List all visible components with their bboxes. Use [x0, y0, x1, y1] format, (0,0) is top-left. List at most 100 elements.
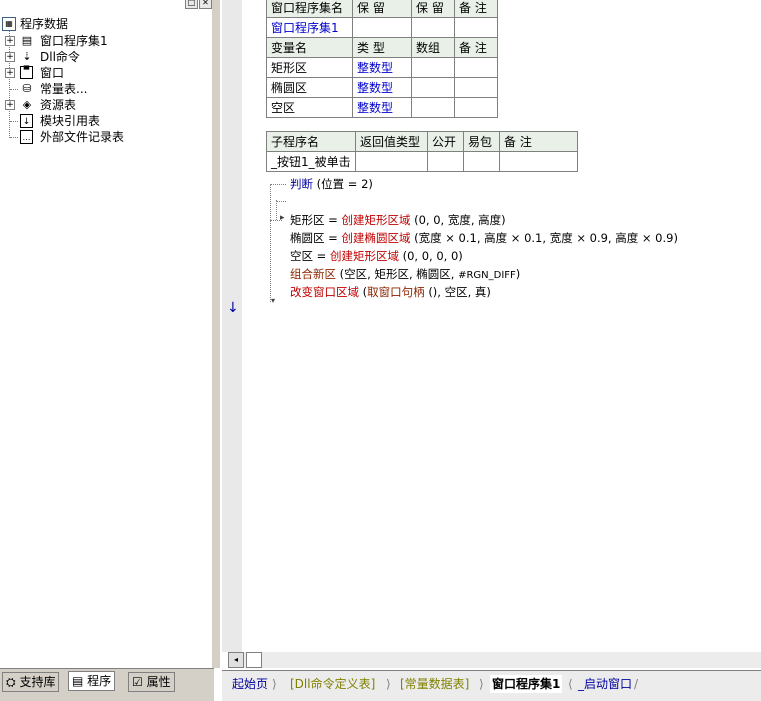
var-name-cell[interactable]: 椭圆区 [266, 77, 353, 98]
col-header: 变量名 [266, 37, 353, 58]
tree-item-label: 模块引用表 [40, 114, 101, 128]
subprogram-name-cell[interactable]: _按钮1_被单击 [266, 151, 356, 172]
var-type-cell[interactable]: 整数型 [352, 97, 412, 118]
table-cell[interactable] [499, 151, 578, 172]
scroll-left-icon[interactable]: ◂ [228, 652, 244, 668]
tab-constant-table[interactable]: [常量数据表] [400, 675, 469, 693]
function-name: 组合新区 [290, 267, 336, 281]
col-header: 子程序名 [266, 131, 356, 152]
code-text: (宽度 × 0.1, 高度 × 0.1, 宽度 × 0.9, 高度 × 0.9) [414, 231, 678, 245]
flow-line [270, 184, 271, 302]
code-line-3[interactable]: 矩形区 = 创建矩形区域 (0, 0, 宽度, 高度) [290, 211, 506, 229]
assembly-icon: ▤ [21, 34, 33, 47]
tree-item-label: Dll命令 [40, 50, 80, 64]
current-line-arrow-icon: ↓ [227, 300, 239, 316]
tab-properties[interactable]: ☑ 属性 [128, 672, 175, 692]
dll-icon: ⇣ [22, 50, 32, 63]
code-text: 矩形区 = [290, 213, 342, 227]
tab-separator: ⟨ [568, 677, 573, 691]
program-icon: ▤ [72, 674, 84, 688]
resource-icon: ◈ [22, 98, 32, 111]
tab-dll-table[interactable]: [Dll命令定义表] [290, 675, 375, 693]
table-cell[interactable] [411, 57, 455, 78]
tree-item-label: 外部文件记录表 [40, 130, 125, 144]
tab-start-window[interactable]: _启动窗口 [578, 675, 632, 693]
var-name-cell[interactable]: 空区 [266, 97, 353, 118]
tab-label: 程序 [87, 674, 112, 688]
var-name-cell[interactable]: 矩形区 [266, 57, 353, 78]
code-text: (空区, 矩形区, 椭圆区, [339, 267, 459, 281]
table-row: 矩形区 整数型 [266, 57, 498, 78]
col-header: 窗口程序集名 [266, 0, 353, 18]
tab-separator: / [634, 677, 639, 691]
data-root-icon: ▦ [2, 17, 16, 31]
code-line-1[interactable]: 判断 (位置 = 2) [290, 175, 373, 193]
expand-icon[interactable]: + [5, 52, 15, 62]
tab-program[interactable]: ▤ 程序 [68, 671, 116, 691]
external-file-icon: … [20, 130, 33, 144]
code-line-6[interactable]: 组合新区 (空区, 矩形区, 椭圆区, #RGN_DIFF) [290, 265, 520, 283]
code-text: ) [515, 267, 521, 281]
flow-end-arrow-icon: ▾ [271, 296, 276, 305]
table-cell[interactable] [454, 57, 498, 78]
table-cell[interactable] [427, 151, 464, 172]
code-text: 空区 = [290, 249, 330, 263]
col-header: 备 注 [499, 131, 578, 152]
tab-assembly-active[interactable]: 窗口程序集1 [490, 675, 563, 693]
tab-separator: ⟩ [272, 677, 277, 691]
col-header: 返回值类型 [355, 131, 428, 152]
expand-icon[interactable]: + [5, 36, 15, 46]
table-cell[interactable] [355, 151, 428, 172]
tab-library[interactable]: ⛭ 支持库 [2, 672, 60, 692]
table-cell[interactable] [463, 151, 500, 172]
flow-arrow-icon: ▸ [280, 213, 285, 223]
var-type-cell[interactable]: 整数型 [352, 57, 412, 78]
code-line-7[interactable]: 改变窗口区域 (取窗口句柄 (), 空区, 真) [290, 283, 491, 301]
project-tree-panel: □ ✕ ▦ 程序数据 + ▤ 窗口程序集1 + ⇣ Dll命令 + ▀ 窗口 ⛁ … [0, 0, 215, 668]
col-header: 保 留 [411, 0, 455, 18]
assembly-name-cell[interactable]: 窗口程序集1 [266, 17, 353, 38]
table-cell[interactable] [454, 77, 498, 98]
table-cell[interactable] [411, 97, 455, 118]
property-icon: ☑ [132, 675, 143, 689]
constant-table-icon: ⛁ [22, 82, 32, 95]
code-text: 椭圆区 = [290, 231, 342, 245]
table-cell[interactable] [454, 97, 498, 118]
code-text: (0, 0, 宽度, 高度) [414, 213, 506, 227]
tab-label: 属性 [146, 675, 171, 689]
code-line-4[interactable]: 椭圆区 = 创建椭圆区域 (宽度 × 0.1, 高度 × 0.1, 宽度 × 0… [290, 229, 678, 247]
function-name: 改变窗口区域 [290, 285, 359, 299]
library-icon: ⛭ [6, 675, 16, 689]
restore-icon[interactable]: □ [185, 0, 198, 9]
editor-gutter: ↓ [222, 0, 242, 652]
code-line-5[interactable]: 空区 = 创建矩形区域 (0, 0, 0, 0) [290, 247, 463, 265]
table-cell[interactable] [454, 17, 498, 38]
assembly-table: 窗口程序集名 保 留 保 留 备 注 窗口程序集1 变量名 类 型 数组 备 注… [266, 0, 498, 118]
table-cell[interactable] [411, 77, 455, 98]
close-icon[interactable]: ✕ [199, 0, 212, 9]
table-row: 椭圆区 整数型 [266, 77, 498, 98]
var-type-cell[interactable]: 整数型 [352, 77, 412, 98]
col-header: 备 注 [454, 37, 498, 58]
judge-keyword: 判断 [290, 177, 313, 191]
tree-branch [10, 121, 18, 122]
table-cell[interactable] [411, 17, 455, 38]
function-name: 创建矩形区域 [341, 213, 411, 227]
col-header: 公开 [427, 131, 464, 152]
flow-branch [276, 201, 286, 202]
scroll-thumb[interactable] [246, 652, 262, 668]
expand-icon[interactable]: + [5, 100, 15, 110]
flow-line [276, 200, 277, 220]
tab-separator: ⟩ [386, 677, 391, 691]
tree-item-label: 窗口程序集1 [40, 34, 108, 48]
table-row: 空区 整数型 [266, 97, 498, 118]
left-panel-splitter[interactable] [212, 0, 220, 668]
tab-start-page[interactable]: 起始页 [232, 675, 268, 693]
tab-label: 支持库 [19, 675, 56, 689]
horizontal-scrollbar[interactable]: ◂ [228, 652, 761, 668]
constant-name: #RGN_DIFF [458, 270, 516, 281]
col-header: 保 留 [352, 0, 412, 18]
expand-icon[interactable]: + [5, 68, 15, 78]
table-cell[interactable] [352, 17, 412, 38]
function-name: 创建椭圆区域 [341, 231, 411, 245]
